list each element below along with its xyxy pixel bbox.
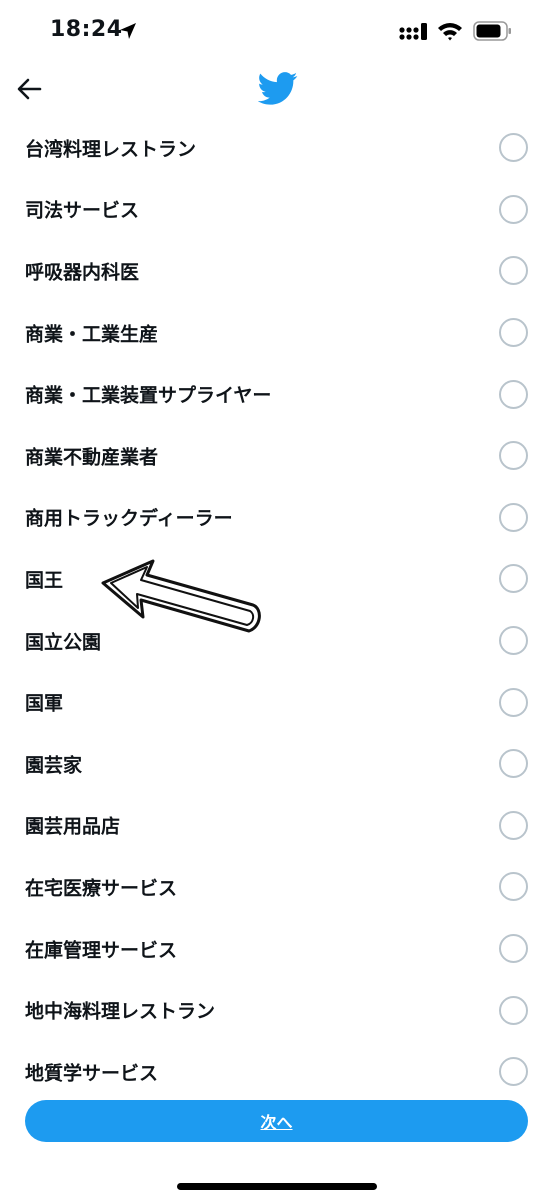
list-item[interactable]: 園芸用品店 bbox=[0, 795, 555, 857]
list-item-label: 在宅医療サービス bbox=[25, 877, 178, 900]
list-item-label: 園芸用品店 bbox=[25, 815, 121, 838]
list-item[interactable]: 在庫管理サービス bbox=[0, 918, 555, 980]
radio-button[interactable] bbox=[499, 749, 528, 779]
radio-button[interactable] bbox=[499, 194, 528, 224]
back-arrow-icon[interactable] bbox=[14, 74, 46, 104]
location-arrow-icon bbox=[120, 23, 136, 39]
list-item[interactable]: 台湾料理レストラン bbox=[0, 117, 555, 179]
radio-button[interactable] bbox=[499, 810, 528, 840]
status-time: 18:24 bbox=[50, 17, 123, 42]
radio-button[interactable] bbox=[499, 995, 528, 1025]
radio-button[interactable] bbox=[499, 687, 528, 717]
list-item[interactable]: 司法サービス bbox=[0, 179, 555, 241]
status-bar: 18:24 bbox=[0, 0, 555, 62]
radio-button[interactable] bbox=[499, 934, 528, 964]
list-item[interactable]: 地中海料理レストラン bbox=[0, 979, 555, 1041]
nav-bar bbox=[0, 62, 555, 118]
next-button-label: 次へ bbox=[260, 1113, 293, 1132]
list-item[interactable]: 国王 bbox=[0, 548, 555, 610]
radio-button[interactable] bbox=[499, 564, 528, 594]
cellular-signal-icon bbox=[399, 23, 427, 40]
list-item-label: 国立公園 bbox=[25, 631, 102, 654]
list-item[interactable]: 商用トラックディーラー bbox=[0, 487, 555, 549]
list-item[interactable]: 商業・工業生産 bbox=[0, 302, 555, 364]
radio-button[interactable] bbox=[499, 872, 528, 902]
radio-button[interactable] bbox=[499, 379, 528, 409]
list-item-label: 地質学サービス bbox=[25, 1062, 159, 1085]
list-item-label: 商用トラックディーラー bbox=[25, 507, 233, 530]
battery-icon bbox=[473, 21, 511, 41]
radio-button[interactable] bbox=[499, 626, 528, 656]
home-indicator bbox=[177, 1183, 377, 1190]
wifi-icon bbox=[438, 23, 462, 41]
radio-button[interactable] bbox=[499, 1057, 528, 1087]
radio-button[interactable] bbox=[499, 502, 528, 532]
list-item-label: 呼吸器内科医 bbox=[25, 261, 140, 284]
list-item-label: 商業不動産業者 bbox=[25, 446, 159, 469]
next-button[interactable]: 次へ bbox=[25, 1100, 528, 1142]
list-item-label: 商業・工業生産 bbox=[25, 323, 159, 346]
list-item[interactable]: 商業・工業装置サプライヤー bbox=[0, 363, 555, 425]
list-item[interactable]: 園芸家 bbox=[0, 733, 555, 795]
list-item[interactable]: 在宅医療サービス bbox=[0, 856, 555, 918]
list-item[interactable]: 呼吸器内科医 bbox=[0, 240, 555, 302]
list-item[interactable]: 地質学サービス bbox=[0, 1041, 555, 1103]
list-item[interactable]: 商業不動産業者 bbox=[0, 425, 555, 487]
radio-button[interactable] bbox=[499, 256, 528, 286]
category-list: 台湾料理レストラン 司法サービス 呼吸器内科医 商業・工業生産 商業・工業装置サ… bbox=[0, 117, 555, 1103]
radio-button[interactable] bbox=[499, 318, 528, 348]
list-item-label: 台湾料理レストラン bbox=[25, 138, 197, 161]
list-item[interactable]: 国立公園 bbox=[0, 610, 555, 672]
list-item-label: 司法サービス bbox=[25, 199, 140, 222]
twitter-bird-icon bbox=[258, 72, 298, 105]
list-item-label: 地中海料理レストラン bbox=[25, 1000, 216, 1023]
radio-button[interactable] bbox=[499, 133, 528, 163]
list-item-label: 国軍 bbox=[25, 692, 64, 715]
list-item-label: 国王 bbox=[25, 569, 64, 592]
list-item-label: 在庫管理サービス bbox=[25, 939, 178, 962]
list-item[interactable]: 国軍 bbox=[0, 671, 555, 733]
radio-button[interactable] bbox=[499, 441, 528, 471]
list-item-label: 商業・工業装置サプライヤー bbox=[25, 384, 272, 407]
list-item-label: 園芸家 bbox=[25, 754, 83, 777]
